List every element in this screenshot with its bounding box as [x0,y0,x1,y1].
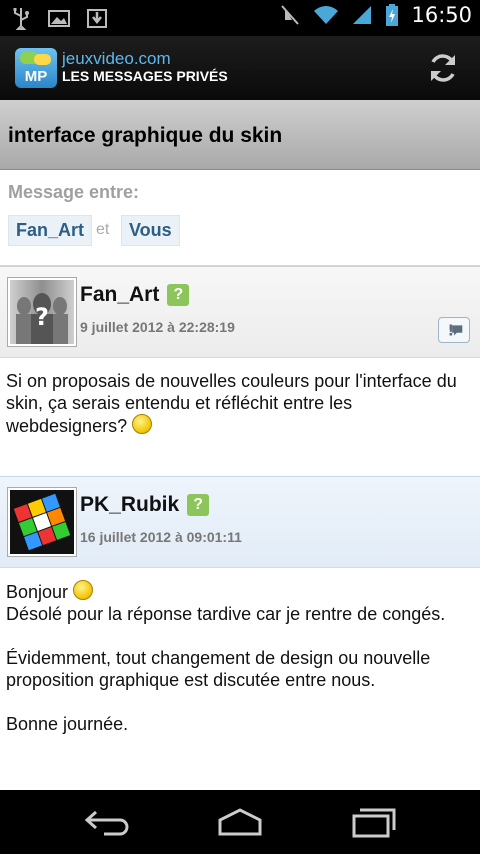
smiley-icon [73,580,94,600]
participants-label: Message entre: [8,182,140,202]
message-body: Bonjour Désolé pour la réponse tardive c… [0,568,480,735]
message-author[interactable]: PK_Rubik? [80,493,210,517]
app-brand: jeuxvideo.com LES MESSAGES PRIVÉS [62,49,228,85]
thread-title-bar: interface graphique du skin [0,100,480,170]
message-header: ? Fan_Art? 9 juillet 2012 à 22:28:19 ! [0,266,480,358]
message-paragraph: Bonne journée. [6,714,129,734]
avatar[interactable]: ? [7,277,77,347]
rubik-cube-avatar-icon [10,490,74,554]
battery-charging-icon [386,4,399,26]
author-name[interactable]: Fan_Art [80,283,159,306]
participants-conjunction: et [96,221,110,238]
message-line: Bonjour [6,582,69,602]
message-paragraph: Évidemment, tout changement de design ou… [6,648,431,690]
avatar[interactable] [7,487,77,557]
author-badge: ? [187,494,210,516]
message-body: Si on proposais de nouvelles couleurs po… [0,358,480,476]
smiley-icon [132,414,153,434]
app-logo[interactable]: MP [15,48,57,88]
thread-title: interface graphique du skin [8,124,283,147]
recent-apps-icon[interactable] [350,806,398,838]
message-paragraph: Bonjour Désolé pour la réponse tardive c… [6,580,474,625]
author-badge: ? [167,284,190,306]
signal-icon [353,6,372,24]
message-line: Désolé pour la réponse tardive car je re… [6,604,446,624]
participant-chip-vous[interactable]: Vous [121,215,180,246]
message-date: 16 juillet 2012 à 09:01:11 [80,529,242,545]
site-name: jeuxvideo.com [62,49,171,68]
participant-chip-fan-art[interactable]: Fan_Art [8,215,93,246]
app-header: MP jeuxvideo.com LES MESSAGES PRIVÉS [0,36,480,100]
message-author[interactable]: Fan_Art? [80,283,190,307]
image-icon [48,10,70,27]
svg-text:?: ? [35,303,49,331]
author-name[interactable]: PK_Rubik [80,493,179,516]
message-paragraph: Si on proposais de nouvelles couleurs po… [6,371,457,436]
status-bar: 16:50 [0,0,480,36]
message-text: Si on proposais de nouvelles couleurs po… [6,370,474,437]
wifi-icon [314,6,339,24]
home-icon[interactable] [216,806,264,838]
report-message-icon[interactable]: ! [438,317,470,343]
message-header: PK_Rubik? 16 juillet 2012 à 09:01:11 [0,476,480,568]
message-date: 9 juillet 2012 à 22:28:19 [80,319,235,335]
logo-text: MP [24,68,48,85]
refresh-icon[interactable] [426,51,460,85]
section-name: LES MESSAGES PRIVÉS [62,68,228,84]
usb-icon [13,8,29,30]
message-list[interactable]: Message entre: Fan_Art et Vous ? Fan_Art… [0,170,480,790]
back-icon[interactable] [82,806,130,838]
navigation-bar [0,790,480,854]
participants-section: Message entre: Fan_Art et Vous [0,170,480,266]
mute-icon [281,5,300,25]
download-icon [87,9,107,28]
default-avatar-icon: ? [16,293,68,344]
clock: 16:50 [411,3,472,27]
